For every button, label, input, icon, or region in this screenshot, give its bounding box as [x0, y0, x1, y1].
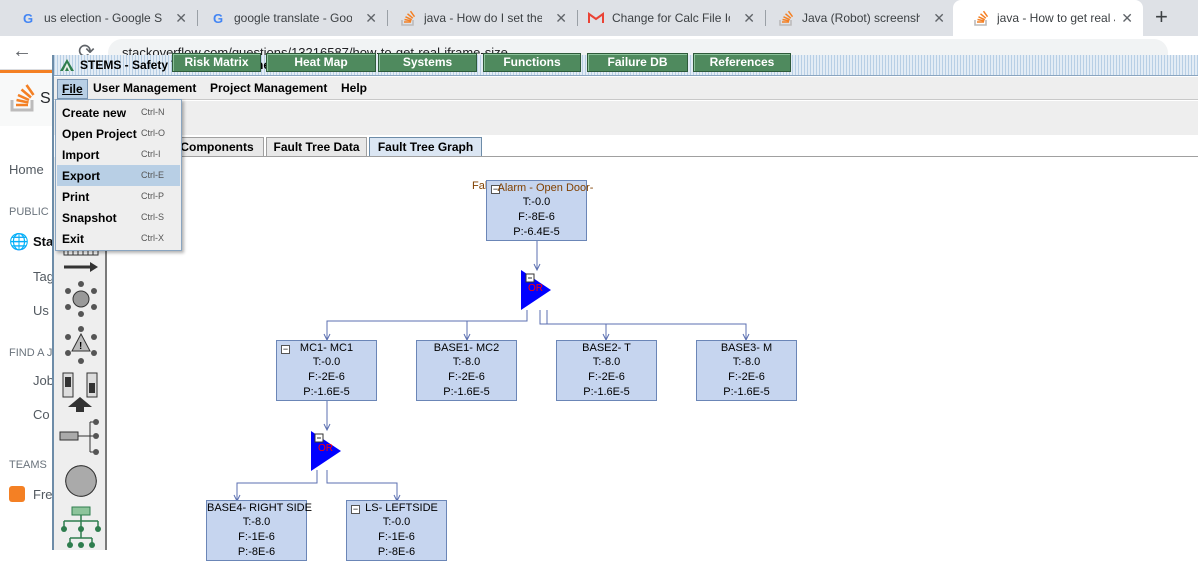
menu-item-label: Exit: [62, 232, 85, 246]
menu-item-label: Snapshot: [62, 211, 117, 225]
fault-tree-connectors: [233, 241, 750, 503]
node-name: BASE2- T: [582, 342, 631, 354]
node-f: F:-2E-6: [728, 371, 765, 383]
menu-item-shortcut: Ctrl-I: [141, 149, 161, 159]
node-t: T:-8.0: [452, 356, 481, 368]
menu-item-label: Export: [62, 169, 101, 183]
node-name: BASE4- RIGHT SIDE: [207, 502, 312, 514]
node-name: BASE1- MC2: [433, 342, 500, 354]
menu-item-exit[interactable]: Exit Ctrl-X: [57, 228, 180, 249]
menu-item-import[interactable]: Import Ctrl-I: [57, 144, 180, 165]
menu-item-shortcut: Ctrl-X: [141, 233, 164, 243]
node-name: Alarm - Open Door-: [497, 182, 594, 194]
node-t: T:-8.0: [592, 356, 621, 368]
menu-item-export[interactable]: Export Ctrl-E: [57, 165, 180, 186]
menu-item-label: Open Project: [62, 127, 137, 141]
node-p: P:-1.6E-5: [303, 386, 350, 398]
node-f: F:-8E-6: [518, 211, 555, 223]
node-f: F:-1E-6: [378, 531, 415, 543]
node-t: T:-0.0: [312, 356, 341, 368]
menu-item-create-new[interactable]: Create new Ctrl-N: [57, 102, 180, 123]
menu-item-label: Create new: [62, 106, 127, 120]
fault-tree-node-base2[interactable]: BASE2- T T:-8.0 F:-2E-6 P:-1.6E-5: [556, 340, 657, 401]
menu-item-shortcut: Ctrl-O: [141, 128, 165, 138]
menu-item-label: Print: [62, 190, 90, 204]
menu-item-print[interactable]: Print Ctrl-P: [57, 186, 180, 207]
node-t: T:-8.0: [242, 516, 271, 528]
menu-item-shortcut: Ctrl-E: [141, 170, 164, 180]
menu-item-shortcut: Ctrl-S: [141, 212, 164, 222]
node-t: T:-0.0: [382, 516, 411, 528]
node-f: F:-1E-6: [238, 531, 275, 543]
node-name: MC1- MC1: [299, 342, 354, 354]
node-t: T:-0.0: [522, 196, 551, 208]
node-name: LS- LEFTSIDE: [365, 502, 438, 514]
node-f: F:-2E-6: [588, 371, 625, 383]
node-name: BASE3- M: [720, 342, 773, 354]
node-t: T:-8.0: [732, 356, 761, 368]
menu-item-shortcut: Ctrl-P: [141, 191, 164, 201]
menu-item-shortcut: Ctrl-N: [141, 107, 165, 117]
menu-item-snapshot[interactable]: Snapshot Ctrl-S: [57, 207, 180, 228]
node-p: P:-8E-6: [377, 546, 416, 558]
menu-item-open-project[interactable]: Open Project Ctrl-O: [57, 123, 180, 144]
fault-tree-node-ls[interactable]: − LS- LEFTSIDE T:-0.0 F:-1E-6 P:-8E-6: [346, 500, 447, 561]
fault-tree-node-base3[interactable]: BASE3- M T:-8.0 F:-2E-6 P:-1.6E-5: [696, 340, 797, 401]
fault-tree-node-base1[interactable]: BASE1- MC2 T:-8.0 F:-2E-6 P:-1.6E-5: [416, 340, 517, 401]
node-p: P:-8E-6: [237, 546, 276, 558]
fault-tree-node-top[interactable]: − Alarm - Open Door- T:-0.0 F:-8E-6 P:-6…: [486, 180, 593, 241]
node-f: F:-2E-6: [308, 371, 345, 383]
node-f: F:-2E-6: [448, 371, 485, 383]
node-p: P:-1.6E-5: [443, 386, 490, 398]
gate-label: OR: [318, 443, 333, 454]
node-p: P:-6.4E-5: [513, 226, 560, 238]
gate-label: OR: [528, 283, 543, 294]
menu-item-label: Import: [62, 148, 100, 162]
node-p: P:-1.6E-5: [583, 386, 630, 398]
node-p: P:-1.6E-5: [723, 386, 770, 398]
file-menu-dropdown: Create new Ctrl-N Open Project Ctrl-O Im…: [55, 99, 182, 251]
fault-tree-node-base4[interactable]: BASE4- RIGHT SIDE T:-8.0 F:-1E-6 P:-8E-6: [206, 500, 312, 561]
fault-tree-node-mc1[interactable]: − MC1- MC1 T:-0.0 F:-2E-6 P:-1.6E-5: [276, 340, 377, 401]
